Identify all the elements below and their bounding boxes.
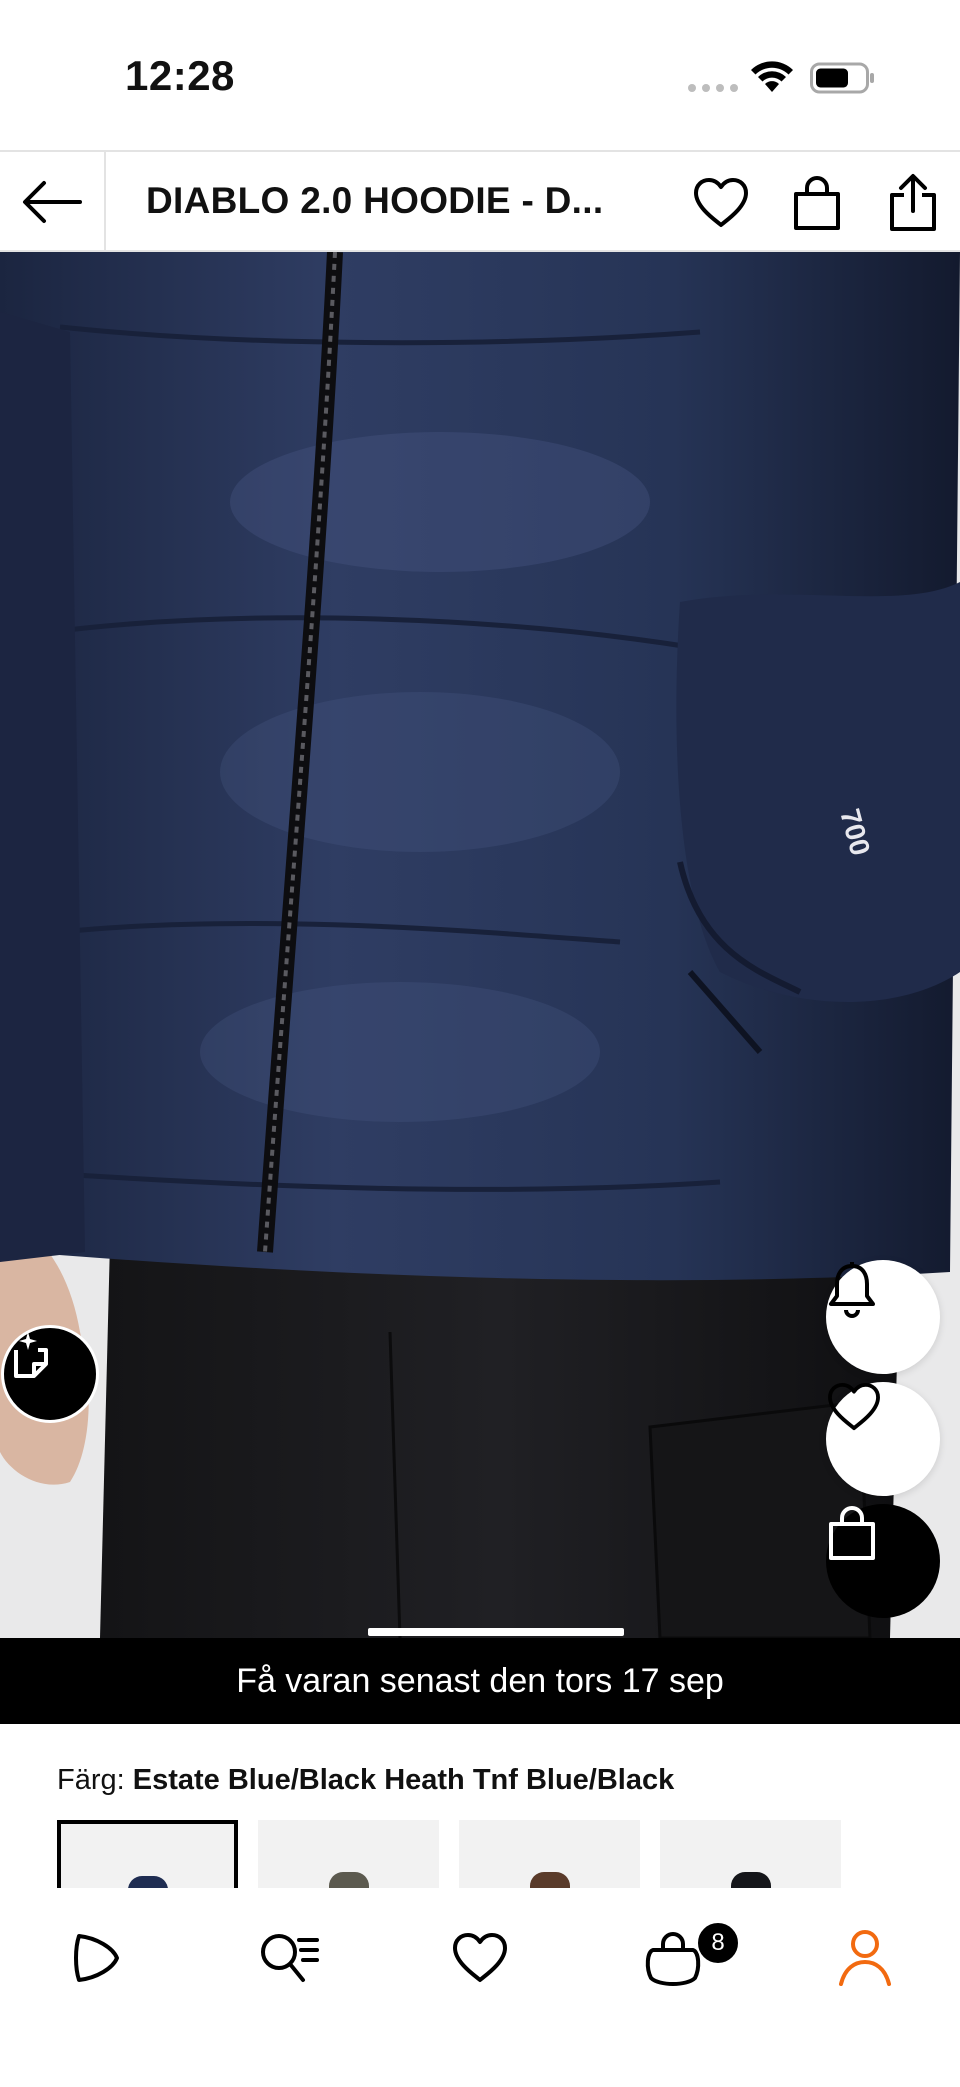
carousel-indicator: [368, 1628, 624, 1636]
bag-button[interactable]: [786, 172, 848, 234]
wifi-icon: [751, 61, 793, 92]
profile-icon: [839, 1930, 891, 1986]
heart-icon: [694, 178, 748, 227]
bag-icon: [829, 1506, 875, 1560]
visual-search-button[interactable]: [1, 1325, 99, 1423]
wishlist-button[interactable]: [690, 172, 752, 234]
color-swatch-selected[interactable]: [57, 1820, 238, 1890]
favorite-button[interactable]: [826, 1382, 940, 1496]
status-bar: 12:28: [0, 0, 960, 150]
color-swatches: [57, 1820, 841, 1890]
color-label: Färg:: [57, 1764, 125, 1796]
status-time: 12:28: [125, 52, 235, 99]
color-swatch[interactable]: [660, 1820, 841, 1890]
ai-search-icon: [14, 1332, 48, 1378]
color-swatch[interactable]: [459, 1820, 640, 1890]
color-value: Estate Blue/Black Heath Tnf Blue/Black: [132, 1764, 675, 1796]
nav-wishlist[interactable]: [440, 1918, 520, 1998]
cart-icon: [645, 1932, 701, 1986]
play-icon: [74, 1934, 119, 1982]
bag-icon: [794, 176, 840, 230]
heart-icon: [828, 1382, 880, 1431]
back-arrow-icon: [23, 181, 82, 223]
battery-icon: [810, 62, 874, 94]
nav-profile[interactable]: [825, 1918, 905, 1998]
share-icon: [890, 174, 936, 231]
jacket-photo: 700: [0, 252, 960, 1638]
add-to-bag-button[interactable]: [826, 1504, 940, 1618]
share-button[interactable]: [882, 172, 944, 234]
product-image[interactable]: 700: [0, 252, 960, 1638]
bell-icon: [829, 1262, 875, 1318]
notify-button[interactable]: [826, 1260, 940, 1374]
product-header: DIABLO 2.0 HOODIE - D...: [0, 150, 960, 252]
page-title: DIABLO 2.0 HOODIE - D...: [146, 180, 604, 221]
color-swatch[interactable]: [258, 1820, 439, 1890]
back-button[interactable]: [0, 152, 106, 252]
bottom-nav: 8: [0, 1888, 960, 2087]
nav-search[interactable]: [248, 1918, 328, 1998]
search-list-icon: [261, 1934, 319, 1982]
color-label-row: Färg: Estate Blue/Black Heath Tnf Blue/B…: [57, 1764, 674, 1797]
signal-dots-icon: [688, 84, 738, 92]
nav-discover[interactable]: [55, 1918, 135, 1998]
heart-icon: [453, 1933, 507, 1982]
delivery-banner: Få varan senast den tors 17 sep: [0, 1638, 960, 1724]
cart-count-badge: 8: [696, 1921, 740, 1965]
